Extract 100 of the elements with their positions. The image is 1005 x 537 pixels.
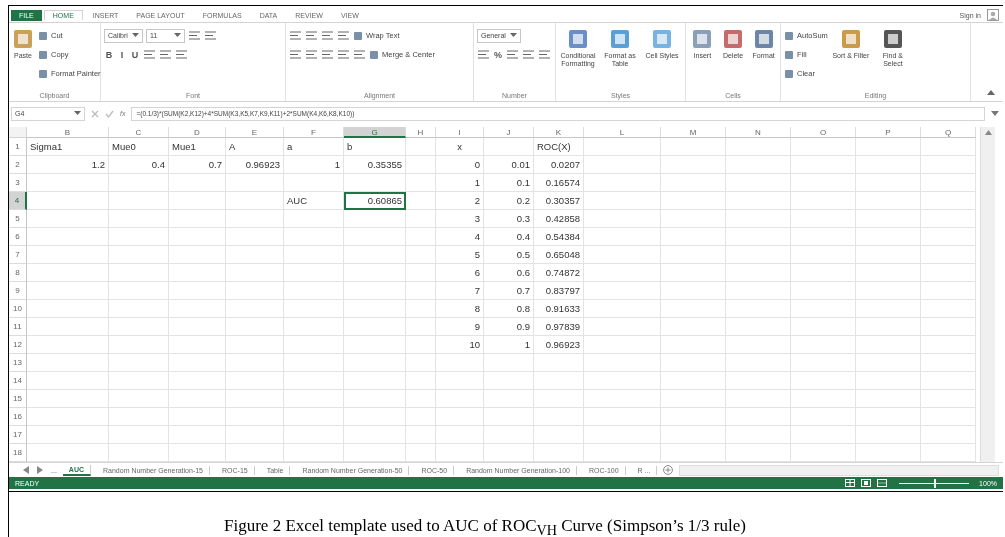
table-cell bbox=[921, 336, 976, 354]
table-cell bbox=[109, 372, 169, 390]
table-cell bbox=[726, 426, 791, 444]
toolbar-button[interactable] bbox=[477, 49, 490, 60]
table-cell bbox=[921, 318, 976, 336]
row-header[interactable]: 17 bbox=[9, 426, 27, 444]
table-cell bbox=[791, 192, 856, 210]
row-header[interactable]: 1 bbox=[9, 138, 27, 156]
toolbar-button[interactable] bbox=[188, 30, 201, 41]
row-header[interactable]: 15 bbox=[9, 390, 27, 408]
row-header[interactable]: 2 bbox=[9, 156, 27, 174]
caret-icon bbox=[132, 33, 139, 38]
table-cell bbox=[284, 408, 344, 426]
lines-icon bbox=[306, 50, 317, 59]
table-cell: 0.96923 bbox=[226, 156, 284, 174]
toolbar-button[interactable] bbox=[337, 30, 350, 41]
column-header[interactable]: H bbox=[406, 127, 436, 138]
column-header[interactable]: F bbox=[284, 127, 344, 138]
toolbar-button[interactable] bbox=[289, 49, 302, 60]
row-header[interactable]: 10 bbox=[9, 300, 27, 318]
row-header[interactable]: 18 bbox=[9, 444, 27, 462]
table-cell bbox=[284, 354, 344, 372]
table-cell bbox=[344, 444, 406, 462]
row-header[interactable]: 6 bbox=[9, 228, 27, 246]
column-header[interactable]: C bbox=[109, 127, 169, 138]
table-cell: 8 bbox=[436, 300, 484, 318]
table-cell: 0.35355 bbox=[344, 156, 406, 174]
row-header[interactable]: 4 bbox=[9, 192, 27, 210]
font-style-button[interactable]: B bbox=[104, 49, 114, 60]
table-cell: 0.4 bbox=[484, 228, 534, 246]
column-header[interactable]: E bbox=[226, 127, 284, 138]
toolbar-button[interactable] bbox=[175, 49, 188, 60]
table-cell bbox=[791, 444, 856, 462]
toolbar-button[interactable] bbox=[522, 49, 535, 60]
row-header[interactable]: 14 bbox=[9, 372, 27, 390]
toolbar-button[interactable] bbox=[305, 49, 318, 60]
toolbar-button[interactable] bbox=[204, 30, 217, 41]
row-header[interactable]: 16 bbox=[9, 408, 27, 426]
new-sheet-button[interactable] bbox=[663, 465, 674, 475]
table-cell bbox=[436, 444, 484, 462]
table-cell bbox=[726, 210, 791, 228]
table-cell: Mue0 bbox=[109, 138, 169, 156]
table-cell bbox=[856, 354, 921, 372]
column-header[interactable]: O bbox=[791, 127, 856, 138]
column-header[interactable]: K bbox=[534, 127, 584, 138]
column-header[interactable]: D bbox=[169, 127, 226, 138]
plus-icon bbox=[663, 465, 674, 475]
font-style-button[interactable]: U bbox=[130, 49, 140, 60]
table-cell: 1 bbox=[436, 174, 484, 192]
table-cell: 0.16574 bbox=[534, 174, 584, 192]
table-cell bbox=[226, 408, 284, 426]
vertical-scrollbar[interactable] bbox=[980, 127, 995, 462]
toolbar-button[interactable] bbox=[321, 30, 334, 41]
scroll-up-icon bbox=[984, 130, 992, 135]
toolbar-button[interactable] bbox=[305, 30, 318, 41]
slider-thumb[interactable] bbox=[934, 478, 937, 488]
table-cell bbox=[856, 210, 921, 228]
toolbar-button[interactable] bbox=[337, 49, 350, 60]
sheet-icon bbox=[651, 28, 673, 50]
column-header[interactable]: N bbox=[726, 127, 791, 138]
sheet-icon bbox=[691, 28, 714, 50]
toolbar-button[interactable] bbox=[159, 49, 172, 60]
toolbar-button[interactable] bbox=[353, 49, 366, 60]
table-cell bbox=[534, 444, 584, 462]
table-cell: Sigma1 bbox=[27, 138, 109, 156]
table-cell bbox=[109, 444, 169, 462]
column-header[interactable]: I bbox=[436, 127, 484, 138]
tool-icon bbox=[784, 68, 794, 79]
font-style-button[interactable]: I bbox=[117, 49, 127, 60]
row-header[interactable]: 12 bbox=[9, 336, 27, 354]
row-header[interactable]: 13 bbox=[9, 354, 27, 372]
row-header[interactable]: 9 bbox=[9, 282, 27, 300]
row-header[interactable]: 8 bbox=[9, 264, 27, 282]
table-cell bbox=[726, 318, 791, 336]
table-cell bbox=[226, 426, 284, 444]
toolbar-button[interactable] bbox=[289, 30, 302, 41]
sheet-icon bbox=[839, 28, 862, 50]
table-cell bbox=[661, 282, 726, 300]
table-cell bbox=[436, 426, 484, 444]
column-header[interactable]: M bbox=[661, 127, 726, 138]
table-cell: 0.42858 bbox=[534, 210, 584, 228]
row-header[interactable]: 11 bbox=[9, 318, 27, 336]
toolbar-button[interactable] bbox=[506, 49, 519, 60]
table-cell bbox=[406, 390, 436, 408]
column-header[interactable]: L bbox=[584, 127, 661, 138]
column-header[interactable]: J bbox=[484, 127, 534, 138]
row-header[interactable]: 5 bbox=[9, 210, 27, 228]
table-cell bbox=[856, 228, 921, 246]
row-header[interactable]: 7 bbox=[9, 246, 27, 264]
column-header[interactable]: P bbox=[856, 127, 921, 138]
toolbar-button[interactable] bbox=[321, 49, 334, 60]
toolbar-button[interactable] bbox=[143, 49, 156, 60]
font-style-button[interactable]: % bbox=[493, 49, 503, 60]
column-header[interactable]: B bbox=[27, 127, 109, 138]
horizontal-scrollbar[interactable] bbox=[679, 464, 999, 476]
column-header[interactable]: Q bbox=[921, 127, 976, 138]
toolbar-button[interactable] bbox=[538, 49, 551, 60]
column-header[interactable]: G bbox=[344, 127, 406, 138]
table-cell bbox=[109, 408, 169, 426]
lines-icon bbox=[290, 31, 301, 40]
